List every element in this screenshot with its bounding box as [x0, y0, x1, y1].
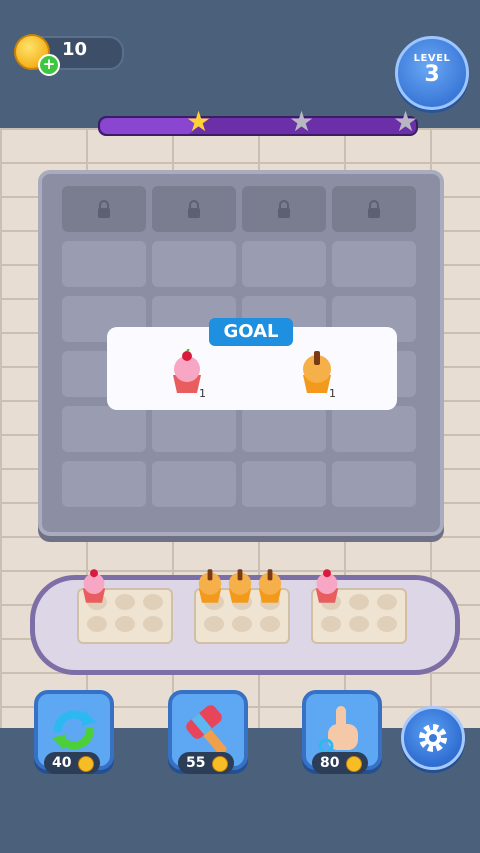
tray-slot — [115, 594, 135, 610]
lock-icon — [278, 200, 290, 218]
locked-cell[interactable] — [62, 186, 146, 232]
board-cell[interactable] — [332, 241, 416, 287]
board-cell[interactable] — [62, 461, 146, 507]
hammer-icon — [186, 705, 227, 755]
tray-slot — [260, 616, 280, 632]
hand-icon — [318, 706, 358, 754]
progress-fill — [100, 118, 195, 134]
tray-slot — [349, 616, 369, 632]
settings-button[interactable] — [401, 706, 465, 770]
board-cell[interactable] — [62, 241, 146, 287]
star-icon: ★ — [289, 105, 315, 138]
tray-slot — [377, 616, 397, 632]
coin-count: 10 — [62, 39, 88, 60]
goal-label: GOAL — [209, 318, 293, 346]
board-cell[interactable] — [62, 406, 146, 452]
lock-icon — [98, 200, 110, 218]
lock-icon — [368, 200, 380, 218]
tray-slot — [377, 594, 397, 610]
price-badge: 80 — [312, 752, 368, 774]
star-icon: ★ — [186, 105, 212, 138]
star-icon: ★ — [393, 105, 419, 138]
tray-slot — [232, 616, 252, 632]
locked-cell[interactable] — [152, 186, 236, 232]
tray-slot — [87, 616, 107, 632]
locked-cell[interactable] — [332, 186, 416, 232]
progress-bar — [98, 116, 418, 136]
board-cell[interactable] — [332, 406, 416, 452]
orange-cupcake-icon[interactable] — [254, 566, 286, 606]
board-cell[interactable] — [152, 406, 236, 452]
coin-icon — [212, 756, 228, 772]
tray-slot — [115, 616, 135, 632]
board-cell[interactable] — [152, 241, 236, 287]
price-value: 55 — [186, 755, 206, 771]
goal-count: 1 — [329, 387, 336, 400]
board-cell[interactable] — [242, 406, 326, 452]
tray-slot — [349, 594, 369, 610]
goal-count: 1 — [199, 387, 206, 400]
tray-slot — [143, 594, 163, 610]
tray-slot — [321, 616, 341, 632]
add-coins-button[interactable]: + — [38, 54, 60, 76]
tray-slot — [204, 616, 224, 632]
price-badge: 40 — [44, 752, 100, 774]
gear-icon — [419, 724, 447, 752]
coin-icon — [78, 756, 94, 772]
lock-icon — [188, 200, 200, 218]
board-cell[interactable] — [332, 461, 416, 507]
board-cell[interactable] — [242, 461, 326, 507]
price-value: 40 — [52, 755, 72, 771]
locked-cell[interactable] — [242, 186, 326, 232]
board-cell[interactable] — [242, 241, 326, 287]
level-number: 3 — [424, 62, 440, 87]
pink-cupcake-icon[interactable] — [78, 566, 110, 606]
tray-slot — [143, 616, 163, 632]
orange-cupcake-icon[interactable] — [224, 566, 256, 606]
price-badge: 55 — [178, 752, 234, 774]
orange-cupcake-icon[interactable] — [194, 566, 226, 606]
pink-cupcake-icon[interactable] — [311, 566, 343, 606]
coin-icon — [346, 756, 362, 772]
level-badge: LEVEL 3 — [395, 36, 469, 110]
price-value: 80 — [320, 755, 340, 771]
board-cell[interactable] — [152, 461, 236, 507]
shuffle-icon — [52, 710, 96, 750]
